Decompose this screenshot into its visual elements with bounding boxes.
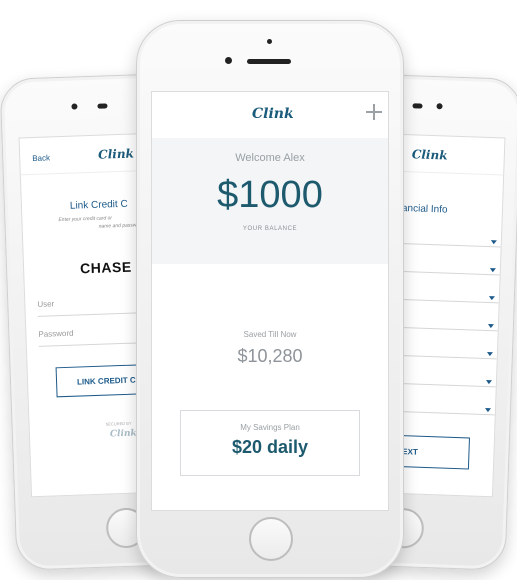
app-logo: Clink — [252, 106, 294, 122]
dropdown-field[interactable] — [392, 354, 497, 360]
dropdown-field[interactable] — [391, 382, 496, 388]
secured-by-label: SECURED BY — [105, 420, 132, 427]
savings-plan-value: $20 daily — [231, 437, 309, 457]
dropdown-field[interactable] — [394, 298, 499, 304]
front-camera — [436, 103, 443, 110]
chevron-down-icon[interactable] — [484, 408, 492, 413]
savings-plan-card[interactable]: My Savings Plan $20 daily — [180, 410, 360, 476]
user-field-label: User — [37, 299, 55, 309]
dropdown-field[interactable] — [395, 270, 500, 276]
dashboard-header: Clink — [152, 92, 388, 138]
link-credit-button-label: LINK CREDIT C — [76, 375, 136, 387]
link-credit-subtitle-1: Enter your credit card or — [58, 215, 113, 224]
saved-amount: $10,280 — [237, 346, 303, 366]
front-camera — [267, 39, 272, 44]
dropdown-field[interactable] — [390, 410, 495, 416]
chevron-down-icon[interactable] — [485, 380, 493, 385]
chevron-down-icon[interactable] — [488, 296, 495, 301]
saved-label: Saved Till Now — [243, 330, 297, 339]
chevron-down-icon[interactable] — [487, 324, 494, 329]
speaker — [247, 59, 291, 64]
chevron-down-icon[interactable] — [489, 268, 496, 273]
app-logo: Clink — [411, 147, 448, 163]
footer-logo: Clink — [109, 428, 137, 440]
chevron-down-icon[interactable] — [486, 352, 493, 357]
plus-icon[interactable] — [366, 104, 382, 120]
balance-panel: Welcome Alex $1000 YOUR BALANCE — [152, 138, 388, 264]
dropdown-field[interactable] — [393, 326, 498, 332]
back-link[interactable]: Back — [32, 153, 50, 163]
bank-logo-chase[interactable]: CHASE — [80, 259, 132, 277]
center-phone: Clink Welcome Alex $1000 YOUR BALANCE Sa… — [136, 20, 404, 578]
link-credit-title: Link Credit C — [69, 198, 128, 212]
financial-info-title: ancial Info — [401, 202, 448, 216]
dashboard-screen: Clink Welcome Alex $1000 YOUR BALANCE Sa… — [151, 91, 389, 511]
password-field-label: Password — [38, 328, 74, 339]
balance-caption: YOUR BALANCE — [242, 226, 298, 232]
app-logo: Clink — [97, 146, 135, 162]
speaker — [412, 103, 423, 109]
home-button[interactable] — [249, 517, 293, 561]
proximity-sensor — [225, 57, 232, 64]
welcome-text: Welcome Alex — [235, 152, 305, 164]
chevron-down-icon[interactable] — [490, 240, 497, 245]
front-camera — [71, 103, 78, 110]
dropdown-field[interactable] — [396, 242, 501, 248]
balance-amount: $1000 — [217, 174, 323, 216]
savings-plan-label: My Savings Plan — [240, 423, 300, 432]
speaker — [97, 103, 108, 109]
link-credit-subtitle-2: name and passw — [98, 222, 137, 230]
